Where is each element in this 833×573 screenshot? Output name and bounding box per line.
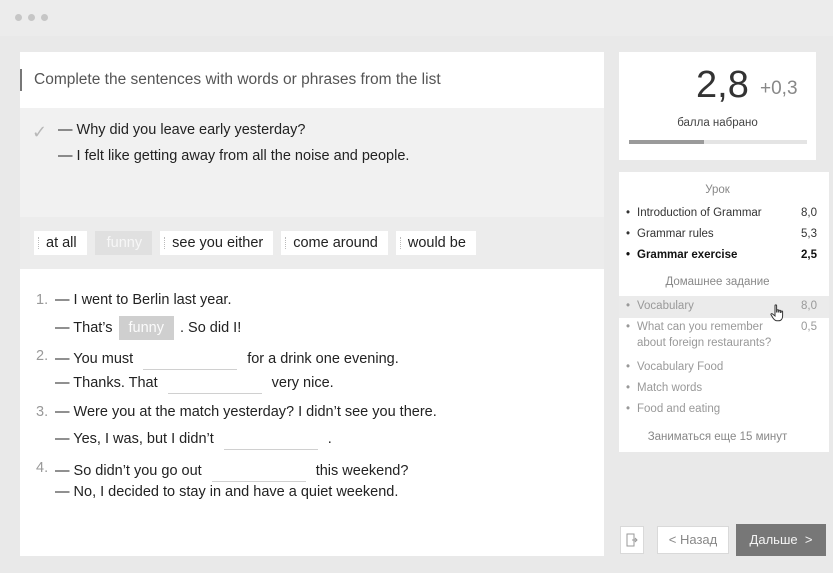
lesson-heading: Урок (705, 184, 730, 196)
homework-item-label-cont: about foreign restaurants? (637, 337, 772, 349)
window-titlebar (0, 0, 833, 36)
homework-item-label: Match words (637, 382, 703, 394)
chevron-right-icon: > (797, 532, 813, 547)
lesson-item-score: 2,5 (801, 249, 817, 261)
homework-heading: Домашнее задание (665, 276, 770, 288)
score-progress-bar (629, 140, 807, 144)
check-icon: ✓ (32, 122, 48, 142)
item-text: . So did I! (179, 320, 242, 336)
close-dot-icon[interactable] (15, 14, 22, 21)
exercise-card: Complete the sentences with words or phr… (20, 52, 604, 556)
hand-pointer-icon (770, 304, 784, 322)
example-line-2: — I felt like getting away from all the … (58, 148, 410, 164)
word-chip-at-all[interactable]: at all (34, 231, 87, 255)
item-line: — So didn’t you go out this weekend? (55, 460, 408, 482)
item-text: for a drink one evening. (247, 351, 399, 367)
item-text: — I went to Berlin last year. (55, 292, 232, 308)
homework-item-label: What can you remember (637, 321, 763, 333)
lesson-item-label: Grammar rules (637, 228, 714, 240)
next-button-label: Дальше (749, 532, 798, 547)
bullet-icon: • (626, 361, 631, 373)
word-bank: at all funny see you either come around … (20, 217, 604, 269)
answer-blank[interactable] (211, 460, 306, 482)
bullet-icon: • (626, 403, 631, 415)
lesson-sidebar: Урок • Introduction of Grammar 8,0 • Gra… (619, 172, 829, 452)
item-number: 3. (36, 404, 49, 420)
lesson-item-label: Introduction of Grammar (637, 207, 762, 219)
item-line: — No, I decided to stay in and have a qu… (55, 484, 398, 500)
bullet-icon: • (626, 300, 631, 312)
task-accent-bar (20, 69, 22, 91)
lesson-item-label: Grammar exercise (637, 249, 738, 261)
item-number: 1. (36, 292, 49, 308)
item-line: — That’s funny . So did I! (55, 316, 241, 340)
minimize-dot-icon[interactable] (28, 14, 35, 21)
item-number: 2. (36, 348, 49, 364)
bullet-icon: • (626, 207, 631, 219)
homework-item[interactable]: • What can you remember about foreign re… (619, 321, 829, 355)
homework-item-score: 8,0 (801, 300, 817, 312)
back-button[interactable]: < Назад (657, 526, 729, 554)
task-header: Complete the sentences with words or phr… (20, 52, 604, 108)
score-progress-fill (629, 140, 704, 144)
score-card: 2,8 +0,3 балла набрано (619, 52, 816, 160)
item-number: 4. (36, 460, 49, 476)
word-chip-would-be[interactable]: would be (395, 231, 476, 255)
item-text: this weekend? (315, 463, 409, 479)
bullet-icon: • (626, 249, 631, 261)
homework-item-score: 0,5 (801, 321, 817, 333)
homework-item-highlighted[interactable]: • Vocabulary 8,0 (619, 296, 829, 318)
item-line: — You must for a drink one evening. (55, 348, 399, 370)
score-value: 2,8 (696, 64, 749, 106)
example-line-1: — Why did you leave early yesterday? (58, 122, 306, 138)
homework-item-label: Vocabulary Food (637, 361, 724, 373)
item-text: — No, I decided to stay in and have a qu… (55, 484, 399, 500)
task-title: Complete the sentences with words or phr… (34, 71, 441, 88)
item-line: — Yes, I was, but I didn’t . (55, 428, 332, 450)
window-controls (15, 14, 48, 21)
answer-blank[interactable] (167, 372, 262, 394)
homework-item-label: Food and eating (637, 403, 721, 415)
score-label: балла набрано (677, 117, 758, 129)
next-button[interactable]: Дальше > (736, 524, 826, 556)
item-text: very nice. (271, 375, 334, 391)
exit-button[interactable] (620, 526, 644, 554)
item-text: — You must (55, 351, 134, 367)
word-chip-come-around[interactable]: come around (281, 231, 388, 255)
score-delta: +0,3 (760, 78, 798, 99)
extra-study-link[interactable]: Заниматься еще 15 минут (619, 431, 816, 443)
homework-item-label: Vocabulary (637, 300, 694, 312)
item-text: — Yes, I was, but I didn’t (55, 431, 214, 447)
item-line: — Thanks. That very nice. (55, 372, 334, 394)
lesson-item-score: 5,3 (801, 228, 817, 240)
bullet-icon: • (626, 321, 631, 333)
word-chip-funny-used: funny (94, 231, 153, 255)
filled-answer[interactable]: funny (118, 316, 174, 340)
item-line: — Were you at the match yesterday? I did… (55, 404, 437, 420)
exit-icon (626, 533, 638, 547)
item-text: . (327, 431, 332, 447)
bullet-icon: • (626, 228, 631, 240)
lesson-item-score: 8,0 (801, 207, 817, 219)
item-line: — I went to Berlin last year. (55, 292, 232, 308)
answer-blank[interactable] (223, 428, 318, 450)
bullet-icon: • (626, 382, 631, 394)
answer-blank[interactable] (143, 348, 238, 370)
item-text: — Thanks. That (55, 375, 158, 391)
item-text: — So didn’t you go out (55, 463, 202, 479)
item-text: — That’s (55, 320, 113, 336)
chevron-left-icon: < (668, 532, 680, 547)
back-button-label: Назад (679, 532, 718, 547)
item-text: — Were you at the match yesterday? I did… (55, 404, 437, 420)
word-chip-see-you-either[interactable]: see you either (160, 231, 274, 255)
maximize-dot-icon[interactable] (41, 14, 48, 21)
